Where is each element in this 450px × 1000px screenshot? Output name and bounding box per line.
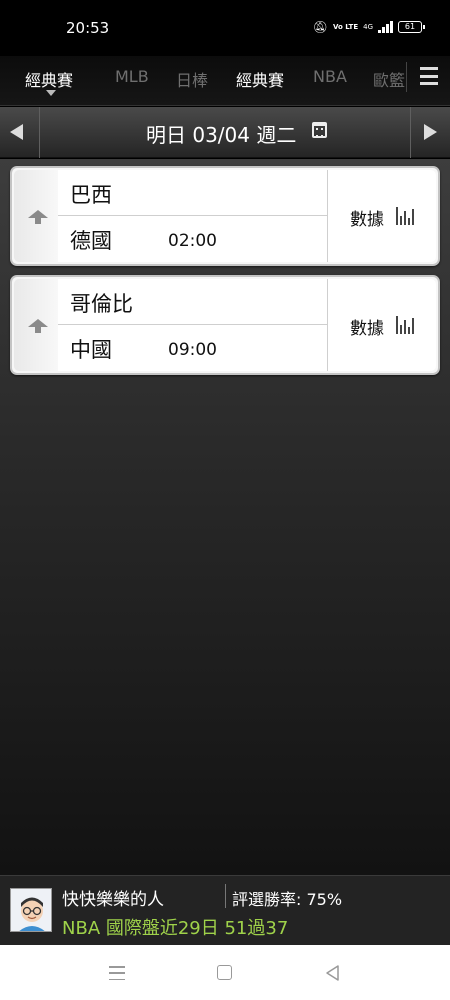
next-day-arrow-icon[interactable] bbox=[424, 124, 437, 140]
tab-nba[interactable]: NBA bbox=[313, 67, 347, 86]
calendar-icon[interactable] bbox=[312, 122, 327, 138]
date-selector: 明日 03/04 週二 bbox=[0, 107, 450, 158]
stats-label: 數據 bbox=[350, 319, 384, 339]
home-team-row: 巴西 bbox=[58, 170, 327, 216]
away-team-row: 德國 02:00 bbox=[58, 216, 327, 262]
match-card[interactable]: 哥倫比 中國 09:00 數據 bbox=[10, 275, 440, 375]
stats-button[interactable]: 數據 bbox=[327, 170, 436, 262]
user-panel-divider bbox=[225, 884, 226, 908]
stats-label: 數據 bbox=[350, 210, 384, 230]
active-tab-caret-icon bbox=[46, 90, 56, 96]
menu-icon[interactable] bbox=[420, 66, 438, 86]
tab-npb[interactable]: 日棒 bbox=[176, 67, 208, 91]
status-time: 20:53 bbox=[66, 19, 110, 37]
match-card[interactable]: 巴西 德國 02:00 數據 bbox=[10, 166, 440, 266]
back-icon[interactable] bbox=[324, 964, 340, 982]
signal-icon bbox=[378, 21, 393, 33]
avatar[interactable] bbox=[10, 888, 52, 932]
away-team-name: 中國 bbox=[70, 338, 112, 362]
league-tab-bar: 經典賽 MLB 日棒 經典賽 NBA 歐籃 bbox=[0, 56, 450, 106]
volte-icon: Vo LTE bbox=[332, 22, 359, 31]
home-team-row: 哥倫比 bbox=[58, 279, 327, 325]
date-label[interactable]: 明日 03/04 週二 bbox=[146, 119, 296, 148]
home-team-name: 巴西 bbox=[70, 183, 112, 207]
mute-icon: 🔕︎ bbox=[312, 20, 328, 34]
record-text: NBA 國際盤近29日 51過37 bbox=[62, 918, 289, 939]
home-icon[interactable] bbox=[217, 965, 232, 980]
match-list: 巴西 德國 02:00 數據 哥倫比 中國 09:00 數據 bbox=[0, 159, 450, 875]
win-rate-value: 75% bbox=[306, 890, 343, 909]
win-rate-label: 評選勝率: bbox=[232, 890, 302, 909]
tab-euroleague[interactable]: 歐籃 bbox=[373, 67, 406, 91]
win-rate: 評選勝率: 75% bbox=[232, 886, 342, 910]
prev-day-arrow-icon[interactable] bbox=[10, 124, 23, 140]
away-team-name: 德國 bbox=[70, 229, 112, 253]
match-time: 02:00 bbox=[168, 231, 217, 251]
tab-classic[interactable]: 經典賽 bbox=[236, 67, 284, 91]
away-team-row: 中國 09:00 bbox=[58, 325, 327, 371]
avatar-face-icon bbox=[11, 889, 51, 931]
tab-mlb[interactable]: MLB bbox=[115, 67, 149, 86]
stats-button[interactable]: 數據 bbox=[327, 279, 436, 371]
battery-icon: 61 bbox=[398, 21, 425, 33]
user-panel[interactable]: 快快樂樂的人 評選勝率: 75% NBA 國際盤近29日 51過37 bbox=[0, 875, 450, 945]
tab-divider bbox=[406, 62, 407, 92]
home-team-name: 哥倫比 bbox=[70, 292, 133, 316]
network-type-label: 4G bbox=[363, 23, 373, 31]
pin-button[interactable] bbox=[14, 279, 59, 371]
match-time: 09:00 bbox=[168, 340, 217, 360]
status-icons: 🔕︎ Vo LTE 4G 61 bbox=[312, 20, 425, 34]
date-bar-divider bbox=[410, 107, 411, 158]
system-nav-bar bbox=[0, 945, 450, 1000]
bar-chart-icon bbox=[396, 207, 416, 225]
pin-button[interactable] bbox=[14, 170, 59, 262]
pin-arrow-icon bbox=[28, 319, 48, 333]
date-bar-divider bbox=[39, 107, 40, 158]
bar-chart-icon bbox=[396, 316, 416, 334]
user-name: 快快樂樂的人 bbox=[62, 890, 164, 910]
pin-arrow-icon bbox=[28, 210, 48, 224]
tab-classic-active[interactable]: 經典賽 bbox=[25, 67, 73, 91]
status-bar: 20:53 🔕︎ Vo LTE 4G 61 bbox=[0, 0, 450, 56]
recent-apps-icon[interactable] bbox=[109, 966, 125, 980]
